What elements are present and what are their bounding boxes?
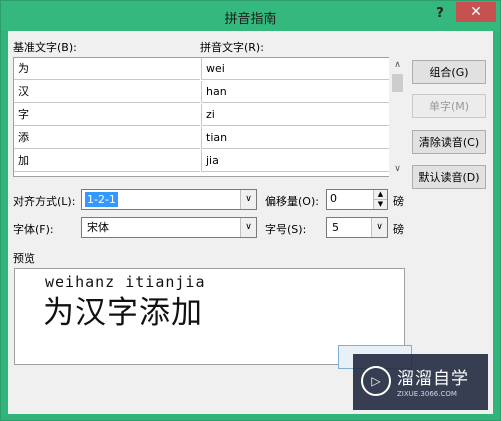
default-reading-button[interactable]: 默认读音(D) <box>412 165 486 189</box>
grid-scrollbar[interactable]: ∧ ∨ <box>389 57 406 177</box>
scroll-down-icon[interactable]: ∨ <box>389 161 406 177</box>
watermark: ▷ 溜溜自学 ZIXUE.3066.COM <box>353 354 488 410</box>
spin-down-icon[interactable]: ▼ <box>373 200 387 209</box>
chevron-down-icon[interactable]: ∨ <box>371 218 387 237</box>
pinyin-cell[interactable]: wei <box>201 58 389 80</box>
base-cell[interactable]: 加 <box>14 150 200 172</box>
align-select[interactable]: 1-2-1 ∨ <box>81 189 257 210</box>
base-text-header: 基准文字(B): <box>13 41 77 54</box>
chevron-down-icon[interactable]: ∨ <box>240 218 256 237</box>
offset-value: 0 <box>330 192 337 205</box>
font-select[interactable]: 宋体 ∨ <box>81 217 257 238</box>
pinyin-cell[interactable]: han <box>201 81 389 103</box>
pinyin-cell[interactable]: jia <box>201 150 389 172</box>
play-logo-icon: ▷ <box>361 366 391 396</box>
offset-unit: 磅 <box>393 195 404 208</box>
size-unit: 磅 <box>393 223 404 236</box>
spin-up-icon[interactable]: ▲ <box>373 190 387 200</box>
chevron-down-icon[interactable]: ∨ <box>240 190 256 209</box>
pinyin-cell[interactable]: zi <box>201 104 389 126</box>
base-cell[interactable]: 为 <box>14 58 200 80</box>
size-select[interactable]: 5 ∨ <box>326 217 388 238</box>
base-cell[interactable]: 添 <box>14 127 200 149</box>
align-label: 对齐方式(L): <box>13 195 76 208</box>
scroll-thumb[interactable] <box>392 74 403 92</box>
size-label: 字号(S): <box>265 223 307 236</box>
font-value: 宋体 <box>87 221 109 234</box>
preview-hanzi: 为汉字添加 <box>43 295 203 331</box>
font-label: 字体(F): <box>13 223 54 236</box>
size-value: 5 <box>332 221 339 234</box>
watermark-name: 溜溜自学 <box>397 369 469 389</box>
single-char-button[interactable]: 单字(M) <box>412 94 486 118</box>
align-value: 1-2-1 <box>85 192 118 207</box>
pinyin-grid: 为 wei 汉 han 字 zi 添 tian 加 jia <box>13 57 390 177</box>
combine-button[interactable]: 组合(G) <box>412 60 486 84</box>
offset-label: 偏移量(O): <box>265 195 319 208</box>
base-cell[interactable]: 字 <box>14 104 200 126</box>
close-button[interactable]: ✕ <box>456 2 496 22</box>
offset-stepper[interactable]: 0 ▲ ▼ <box>326 189 388 210</box>
scroll-up-icon[interactable]: ∧ <box>389 57 406 73</box>
base-cell[interactable]: 汉 <box>14 81 200 103</box>
pinyin-text-header: 拼音文字(R): <box>200 41 264 54</box>
pinyin-cell[interactable]: tian <box>201 127 389 149</box>
watermark-url: ZIXUE.3066.COM <box>397 390 457 398</box>
clear-reading-button[interactable]: 清除读音(C) <box>412 130 486 154</box>
preview-label: 预览 <box>13 252 35 265</box>
title-bar: 拼音指南 ? ✕ <box>1 1 500 31</box>
help-button[interactable]: ? <box>425 4 455 24</box>
